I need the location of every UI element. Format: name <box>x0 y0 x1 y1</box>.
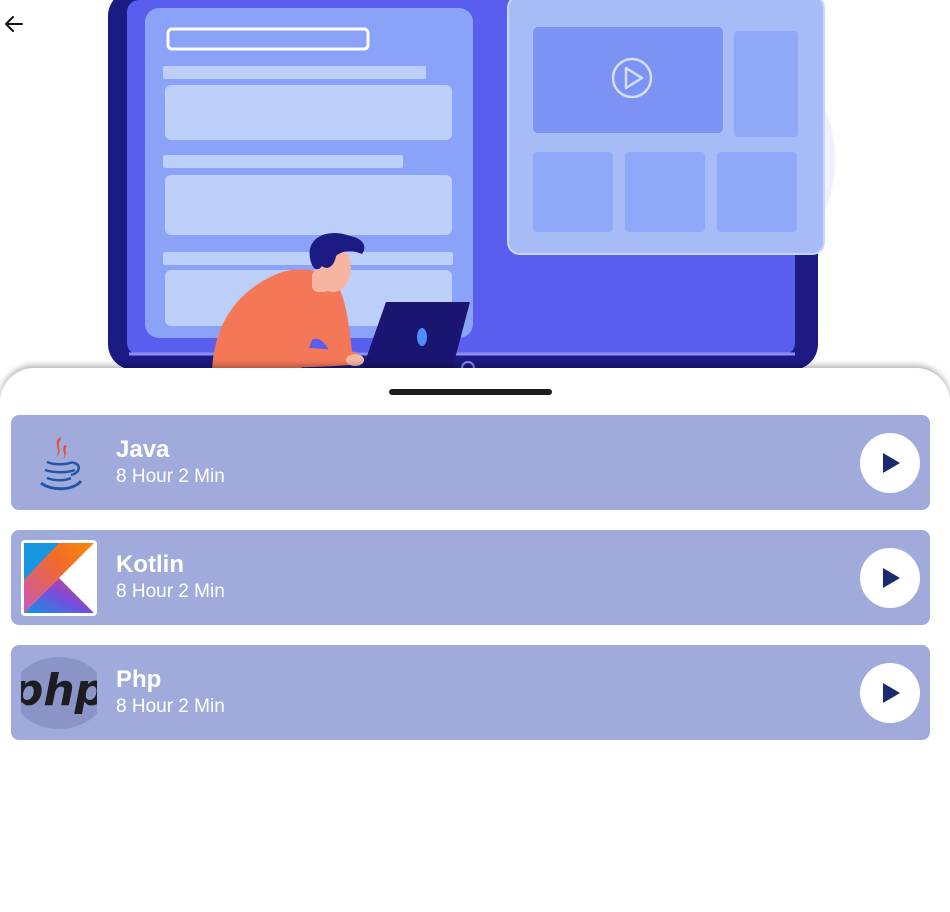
course-bottom-sheet: Java 8 Hour 2 Min Kotlin 8 Hour 2 Min h … <box>0 368 950 912</box>
course-title: Java <box>116 436 170 463</box>
arrow-left-icon <box>5 16 23 32</box>
course-duration: 8 Hour 2 Min <box>116 696 225 717</box>
play-button[interactable] <box>860 663 920 723</box>
play-icon <box>883 568 900 588</box>
play-icon <box>883 453 900 473</box>
hero-illustration <box>0 0 950 400</box>
course-duration: 8 Hour 2 Min <box>116 466 225 487</box>
course-card-php[interactable]: php Php 8 Hour 2 Min <box>11 645 930 740</box>
java-logo <box>21 425 97 501</box>
course-duration: 8 Hour 2 Min <box>116 581 225 602</box>
play-icon <box>883 683 900 703</box>
play-button[interactable] <box>860 548 920 608</box>
drag-handle[interactable] <box>389 389 552 395</box>
svg-text:php: php <box>21 665 97 716</box>
course-card-kotlin[interactable]: Kotlin 8 Hour 2 Min <box>11 530 930 625</box>
kotlin-logo <box>21 540 97 616</box>
course-title: Php <box>116 666 162 693</box>
developer-illustration <box>108 0 835 375</box>
play-button[interactable] <box>860 433 920 493</box>
course-card-java[interactable]: Java 8 Hour 2 Min <box>11 415 930 510</box>
course-title: Kotlin <box>116 551 184 578</box>
php-logo: php <box>11 655 106 731</box>
back-button[interactable] <box>2 12 30 40</box>
